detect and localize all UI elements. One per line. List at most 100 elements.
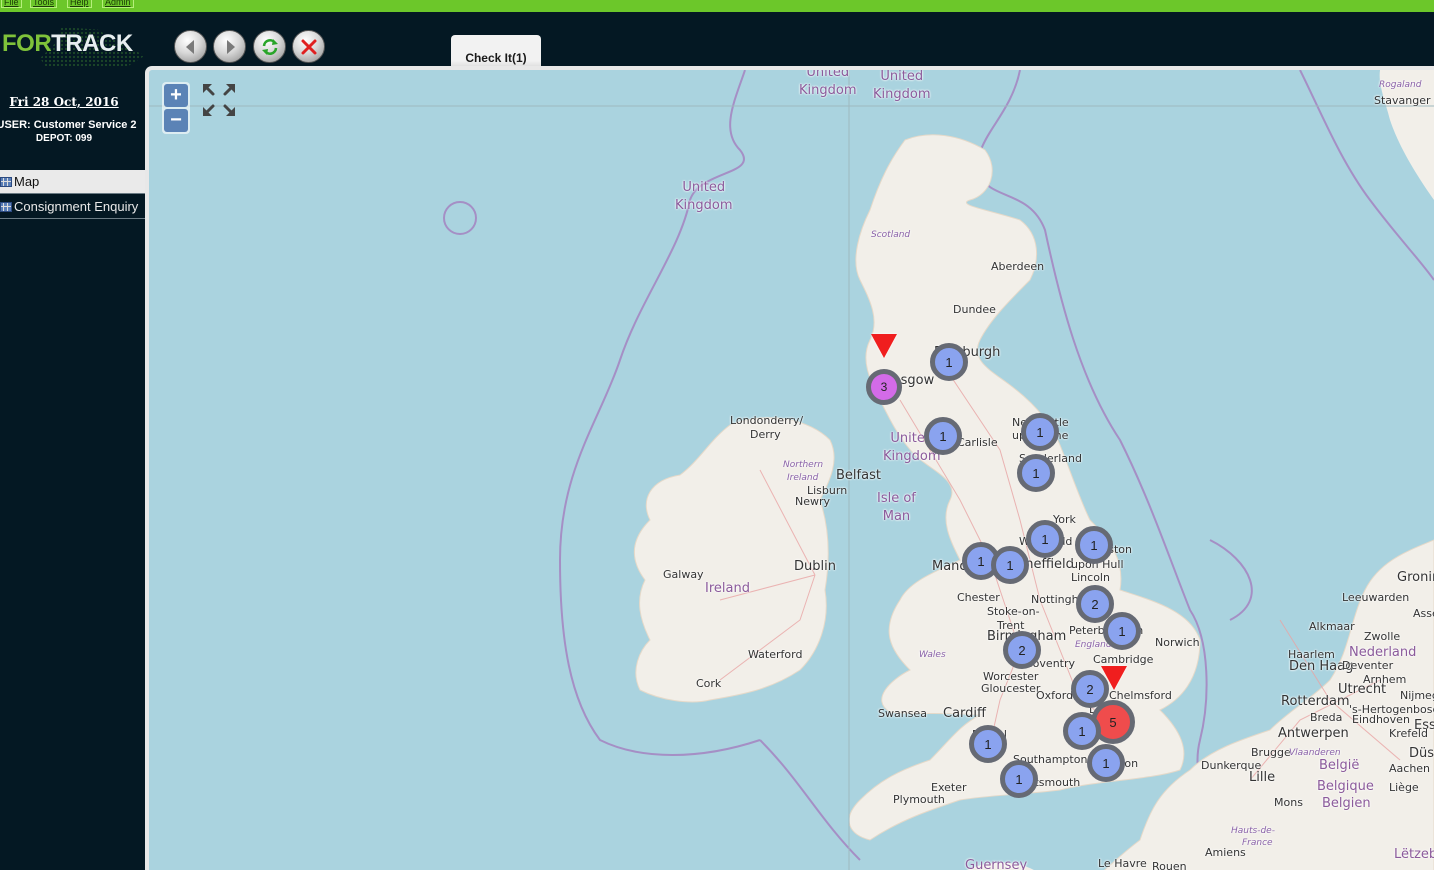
map-label: België (1319, 758, 1360, 773)
sidebar-item-label: Map (14, 174, 40, 189)
cluster-marker[interactable]: 1 (991, 546, 1029, 584)
map-label: Ireland (787, 473, 819, 483)
map-label: Guernsey (965, 858, 1028, 870)
map-label: Groningen (1397, 570, 1434, 585)
map-label: Brugge (1251, 746, 1291, 759)
cluster-marker[interactable]: 1 (1075, 526, 1113, 564)
map-label: Belfast (836, 468, 881, 483)
user-label: USER: Customer Service 2 (0, 119, 137, 131)
cluster-marker[interactable]: 1 (924, 417, 962, 455)
map-label: Northern (783, 460, 824, 470)
sidebar-item-label: Consignment Enquiry (14, 199, 139, 214)
refresh-button[interactable] (253, 30, 286, 63)
map-label: Ireland (705, 581, 750, 596)
map-label: Hauts-de- (1231, 826, 1275, 836)
map-label: Liège (1389, 781, 1419, 794)
sidebar: Fri 28 Oct, 2016 USER: Customer Service … (0, 66, 145, 870)
menu-tools[interactable]: Tools (30, 0, 58, 8)
arrow-right-icon (226, 39, 235, 54)
app-header: FORTRACK Check It(1) (0, 12, 1434, 79)
cluster-marker[interactable]: 1 (1017, 454, 1055, 492)
grid-icon (0, 176, 12, 187)
map-label: Swansea (878, 707, 927, 720)
map-label: Eindhoven (1352, 713, 1410, 726)
grid-icon (0, 201, 12, 212)
map-label: Waterford (748, 648, 803, 661)
map-label: Amiens (1205, 846, 1246, 859)
map-label: Carlisle (957, 436, 998, 449)
map-label: Rouen (1152, 860, 1187, 870)
cluster-marker[interactable]: 1 (1021, 413, 1059, 451)
map-label: France (1242, 838, 1273, 848)
cluster-marker[interactable]: 1 (930, 343, 968, 381)
map-label: United Kingdom (873, 69, 931, 102)
map-label: Galway (663, 568, 704, 581)
zoom-control: + − (162, 82, 190, 134)
map-label: Aberdeen (991, 260, 1045, 273)
menu-bar: File Tools Help Admin (0, 0, 1434, 12)
logo: FORTRACK (2, 30, 133, 58)
map-label: Cambridge (1093, 653, 1154, 666)
map-label: Aachen (1389, 762, 1431, 775)
map-label: Breda (1310, 711, 1343, 724)
map-label: Scotland (871, 230, 911, 240)
fullscreen-icon[interactable] (201, 82, 237, 118)
map-label: Plymouth (893, 793, 945, 806)
current-date: Fri 28 Oct, 2016 (9, 95, 119, 109)
cluster-marker[interactable]: 1 (1000, 760, 1038, 798)
map-label: Lille (1249, 770, 1276, 785)
cluster-marker[interactable]: 3 (866, 369, 902, 405)
map-label: Lincoln (1071, 571, 1110, 584)
map-label: Antwerpen (1278, 726, 1349, 741)
alert-pin[interactable] (871, 334, 897, 358)
map-label: Derry (750, 428, 781, 441)
sidebar-item-map[interactable]: Map (0, 170, 145, 194)
map-label: Assen (1413, 607, 1434, 620)
map-label: Belgien (1322, 796, 1371, 811)
map-label: Gloucester (981, 682, 1041, 695)
cluster-marker[interactable]: 1 (1087, 744, 1125, 782)
map-label: Nijmegen (1400, 689, 1434, 702)
map-label: Lëtzebuerg (1394, 847, 1434, 862)
map-label: Oxford (1036, 689, 1074, 702)
forward-button[interactable] (213, 30, 246, 63)
map-label: Dublin (794, 559, 836, 574)
menu-help[interactable]: Help (67, 0, 92, 8)
menu-admin[interactable]: Admin (102, 0, 134, 8)
map-label: Le Havre (1098, 857, 1147, 870)
arrow-left-icon (185, 39, 194, 54)
map-basemap (149, 70, 1434, 870)
close-button[interactable] (292, 30, 325, 63)
cluster-marker[interactable]: 1 (969, 725, 1007, 763)
zoom-in-button[interactable]: + (164, 84, 188, 107)
map-label: Cardiff (943, 706, 986, 721)
map-label: Londonderry/ (730, 414, 804, 427)
map-label: Cork (696, 677, 722, 690)
map-label: Newry (795, 495, 831, 508)
map-label: Rotterdam (1281, 694, 1350, 709)
cluster-marker[interactable]: 1 (1063, 712, 1101, 750)
map-view[interactable]: + − United Kingdom United Kingdom United Ki… (145, 66, 1434, 870)
cluster-marker[interactable]: 1 (1026, 520, 1064, 558)
cluster-marker[interactable]: 2 (1003, 631, 1041, 669)
sidebar-item-consignment-enquiry[interactable]: Consignment Enquiry (0, 195, 145, 219)
map-label: United Kingdom (799, 66, 857, 98)
depot-label: DEPOT: 099 (35, 133, 93, 144)
zoom-out-button[interactable]: − (164, 109, 188, 132)
map-label: Norwich (1155, 636, 1200, 649)
map-label: Krefeld (1389, 727, 1428, 740)
map-label: Belgique (1317, 779, 1374, 794)
logo-track: TRACK (51, 30, 133, 57)
close-icon (301, 39, 316, 54)
cluster-marker[interactable]: 1 (1103, 612, 1141, 650)
map-label: Stoke-on- (987, 605, 1040, 618)
back-button[interactable] (174, 30, 207, 63)
refresh-icon (261, 38, 278, 55)
logo-for: FOR (2, 30, 52, 57)
map-label: United Kingdom (675, 180, 733, 213)
map-label: Düsseldorf (1409, 746, 1434, 761)
menu-file[interactable]: File (1, 0, 22, 8)
map-label: Isle of Man (877, 491, 916, 524)
map-label: Chester (957, 591, 1000, 604)
map-label: Deventer (1342, 659, 1394, 672)
